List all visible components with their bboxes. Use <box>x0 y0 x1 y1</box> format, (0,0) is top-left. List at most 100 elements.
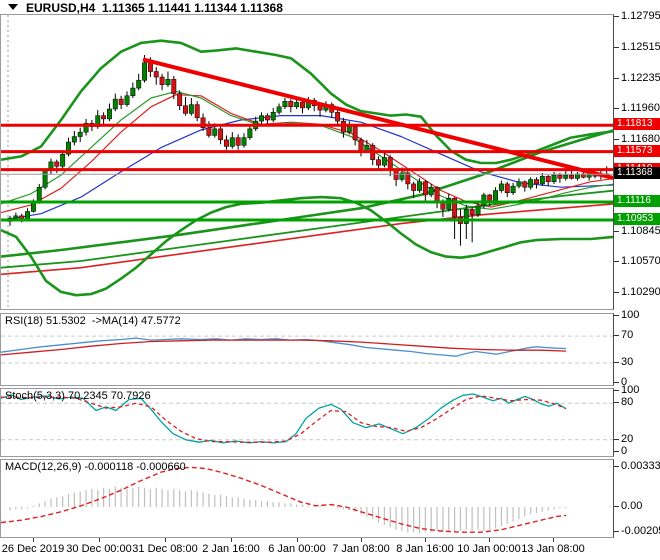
axis-tick <box>614 261 619 263</box>
macd-axis-label: 0.00 <box>621 500 643 512</box>
candle-body <box>282 101 288 108</box>
candle-body <box>77 131 83 137</box>
candle-body <box>218 128 224 141</box>
candle-body <box>469 209 475 216</box>
price-scale[interactable]: 1.12795 1.12515 1.12235 1.11960 1.11680 1.108… <box>614 0 660 560</box>
candle-body <box>551 174 557 182</box>
axis-tick <box>614 382 619 383</box>
candle-body <box>124 95 130 105</box>
candle-body <box>393 170 399 180</box>
candle-body <box>142 62 148 81</box>
candle-body <box>60 153 66 167</box>
candle-body <box>194 104 200 119</box>
axis-tick <box>614 361 619 363</box>
candle-body <box>118 98 124 105</box>
time-axis-label: 26 Dec 2019 <box>1 543 65 555</box>
candle-body <box>428 186 434 196</box>
axis-tick <box>614 465 619 467</box>
time-tick <box>231 538 232 542</box>
axis-tick <box>614 335 619 337</box>
candle-body <box>417 181 422 191</box>
candle-body <box>498 183 504 191</box>
time-axis-label: 6 Jan 00:00 <box>268 543 326 555</box>
price-axis-label: 1.10570 <box>621 255 660 268</box>
rsi-axis-label: 100 <box>621 309 640 321</box>
candle-body <box>159 76 165 86</box>
trend-ma-rising <box>1 129 613 258</box>
macd-axis-label: -0.002056 <box>621 524 660 537</box>
candle-body <box>264 115 270 121</box>
time-tick <box>553 538 554 542</box>
candle-body <box>247 128 253 138</box>
candle-body <box>206 127 212 136</box>
ma-slow-red <box>1 203 613 276</box>
candle-body <box>364 145 370 152</box>
price-level-badge: 1.11116 <box>614 194 660 207</box>
time-axis-label: 8 Jan 16:00 <box>396 543 454 555</box>
price-level-badge: 1.11368 <box>614 167 660 180</box>
axis-tick <box>614 438 619 440</box>
time-tick <box>99 538 100 542</box>
candle-body <box>153 71 159 78</box>
candle-body <box>147 62 153 72</box>
stochastic-panel: Stoch(5,3,3) 70.2345 70.7926 <box>0 388 614 457</box>
time-tick <box>297 538 298 542</box>
candle-body <box>422 181 428 196</box>
time-tick <box>165 538 166 542</box>
rsi-label: RSI(18) 51.5302 ->MA(14) 47.5772 <box>5 315 181 327</box>
axis-tick <box>614 530 619 532</box>
candle-body <box>188 104 194 114</box>
candle-body <box>101 115 107 120</box>
candle-body <box>183 105 188 114</box>
price-level-badge: 1.10953 <box>614 212 660 225</box>
time-axis-label: 30 Dec 00:00 <box>66 543 132 555</box>
candle-body <box>475 205 481 216</box>
candle-body <box>112 98 118 110</box>
main-chart-canvas[interactable] <box>1 15 613 309</box>
candle-body <box>130 87 136 97</box>
candle-body <box>276 106 282 113</box>
stochastic-label: Stoch(5,3,3) 70.2345 70.7926 <box>5 390 151 402</box>
price-axis-label: 1.12795 <box>621 10 660 22</box>
candle-body <box>235 137 241 146</box>
candle-body <box>270 112 276 121</box>
candle-body <box>434 186 440 202</box>
candle-body <box>534 179 539 185</box>
axis-tick <box>614 46 619 48</box>
candle-body <box>346 126 352 133</box>
price-level-badge: 1.11573 <box>614 144 660 157</box>
candle-body <box>522 181 528 188</box>
price-axis-label: 1.10845 <box>621 224 660 237</box>
time-axis-label: 13 Jan 08:00 <box>521 543 585 555</box>
candle-body <box>107 108 112 120</box>
candle-body <box>212 128 218 136</box>
candle-body <box>177 93 183 106</box>
price-axis-label: 1.11960 <box>621 102 660 114</box>
axis-tick <box>614 138 619 140</box>
candle-body <box>510 185 516 193</box>
time-axis-label: 7 Jan 08:00 <box>332 543 390 555</box>
candle-body <box>224 139 229 147</box>
chevron-down-icon[interactable] <box>8 4 18 10</box>
time-tick <box>425 538 426 542</box>
axis-tick <box>614 230 619 232</box>
stoch-axis-label: 80 <box>621 396 634 409</box>
candle-body <box>71 136 77 143</box>
time-tick <box>361 538 362 542</box>
mt4-chart-window: { "window": { "symbol": "EURUSD,H4", "oh… <box>0 0 660 560</box>
candle-body <box>229 137 235 147</box>
axis-tick <box>614 16 619 17</box>
candle-body <box>358 139 364 152</box>
candle-body <box>36 186 42 202</box>
main-price-panel <box>0 14 614 310</box>
ohlc-values: 1.11365 1.11441 1.11344 1.11368 <box>102 1 283 15</box>
chart-titlebar: EURUSD,H4 1.11365 1.11441 1.11344 1.1136… <box>0 0 660 15</box>
candle-body <box>352 126 358 141</box>
candle-body <box>136 80 142 89</box>
axis-tick <box>614 292 619 293</box>
candle-body <box>288 101 294 108</box>
axis-tick <box>614 402 619 404</box>
time-scale[interactable]: 26 Dec 2019 30 Dec 00:00 31 Dec 08:00 2 Jan… <box>0 538 614 560</box>
ma-blue <box>1 114 613 221</box>
candle-body <box>446 197 452 210</box>
